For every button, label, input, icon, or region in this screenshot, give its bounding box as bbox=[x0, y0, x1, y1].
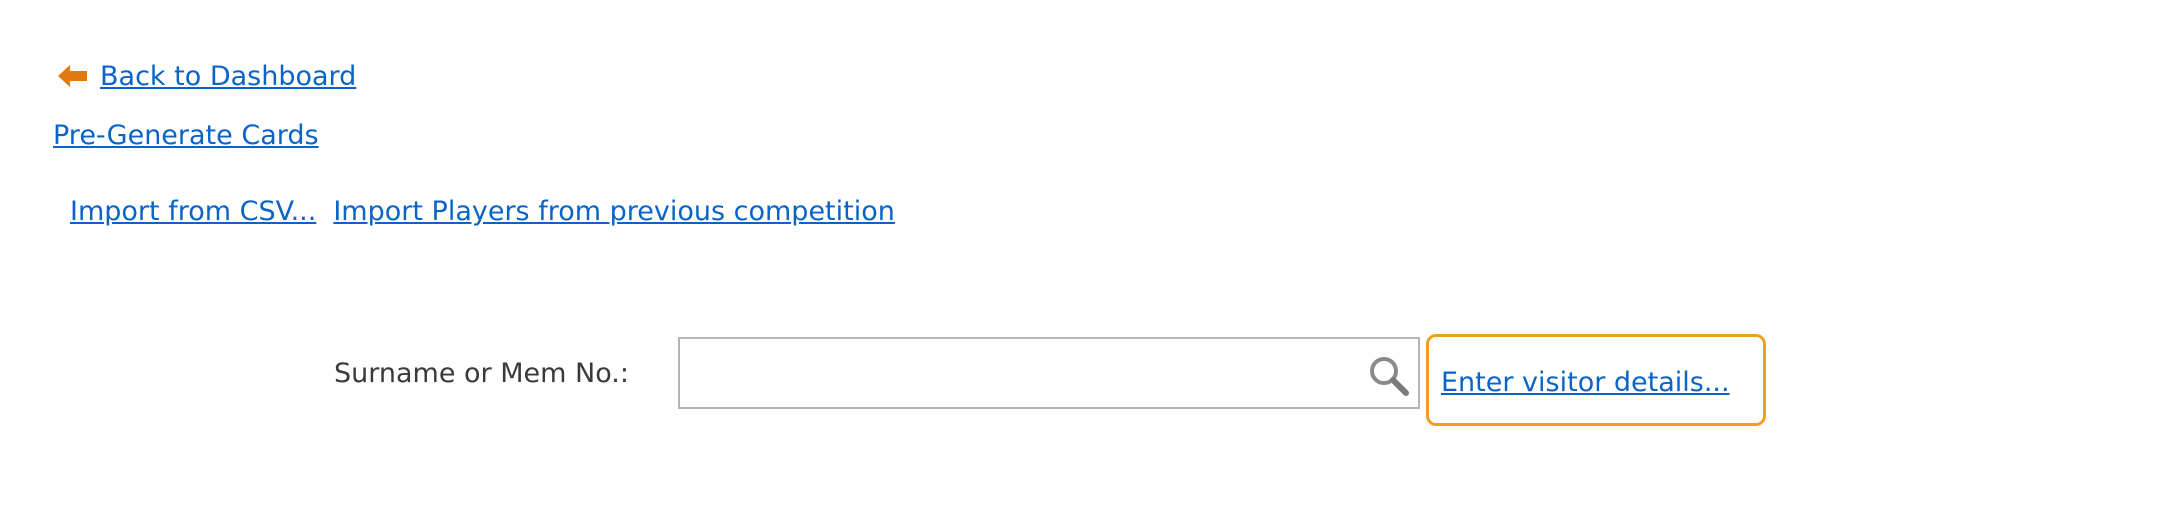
import-previous-competition-link[interactable]: Import Players from previous competition bbox=[333, 196, 895, 227]
pregenerate-cards-row: Pre-Generate Cards bbox=[53, 120, 319, 151]
page: Back to Dashboard Pre-Generate Cards Imp… bbox=[0, 0, 2159, 517]
search-box bbox=[678, 337, 1420, 409]
import-csv-link[interactable]: Import from CSV... bbox=[70, 196, 316, 227]
back-to-dashboard-row: Back to Dashboard bbox=[58, 56, 356, 96]
left-arrow-icon[interactable] bbox=[58, 64, 88, 88]
magnifier-icon[interactable] bbox=[1366, 353, 1410, 397]
import-links: Import from CSV... Import Players from p… bbox=[70, 196, 895, 227]
search-label: Surname or Mem No.: bbox=[334, 358, 629, 389]
back-to-dashboard-link[interactable]: Back to Dashboard bbox=[100, 61, 356, 92]
enter-visitor-details-link[interactable]: Enter visitor details... bbox=[1441, 367, 1730, 398]
visitor-highlight-box: Enter visitor details... bbox=[1426, 334, 1766, 426]
pregenerate-cards-link[interactable]: Pre-Generate Cards bbox=[53, 120, 319, 151]
surname-or-member-number-input[interactable] bbox=[680, 339, 1384, 405]
